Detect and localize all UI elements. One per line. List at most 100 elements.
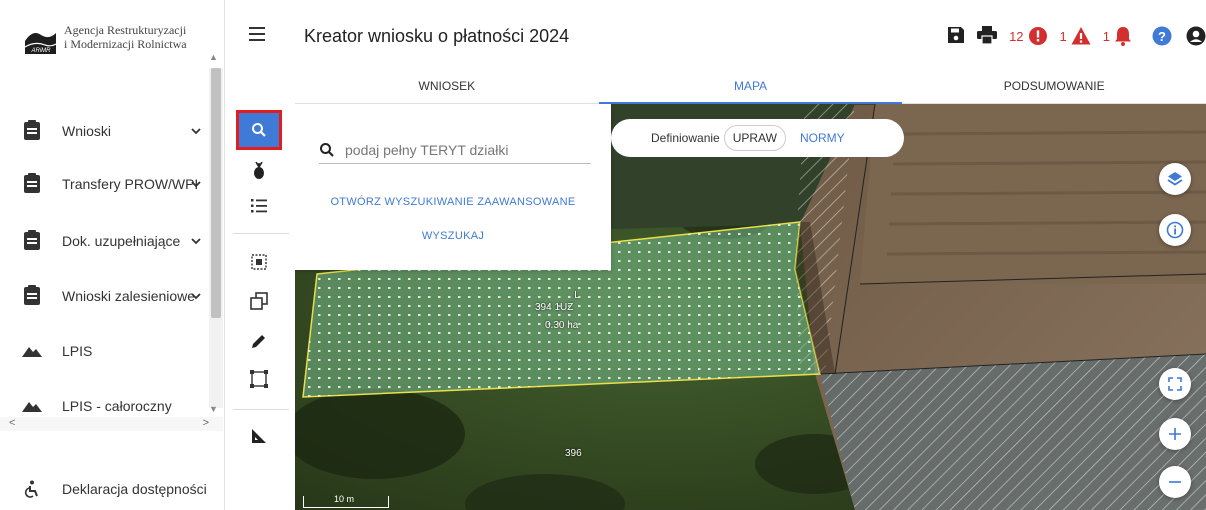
scroll-up-arrow-icon[interactable]: ▲ [209,52,218,62]
help-button[interactable]: ? [1152,26,1172,46]
agency-name: Agencja Restrukturyzacji i Modernizacji … [64,23,187,51]
info-button[interactable] [1159,214,1191,246]
vertices-icon [250,370,268,388]
clipboard-icon [24,285,40,305]
list-tool-button[interactable] [239,189,279,223]
map-view[interactable]: L 394 1UZ 0.30 ha 396 10 m OTWÓRZ WYSZUK… [295,104,1206,510]
errors-button[interactable] [1028,26,1048,46]
agency-logo[interactable]: ARiMR Agencja Restrukturyzacji i Moderni… [22,20,212,60]
warning-triangle-icon [1071,27,1091,45]
clipboard-icon [24,120,40,140]
account-button[interactable] [1186,26,1206,46]
search-tool-button[interactable] [236,110,282,150]
sidebar-item-wnioski-zalesieniowe[interactable]: Wnioski zalesieniowe [0,279,208,313]
bell-icon [1115,27,1131,46]
svg-text:ARiMR: ARiMR [31,48,52,54]
advanced-search-button[interactable]: OTWÓRZ WYSZUKIWANIE ZAAWANSOWANE [295,196,611,208]
chevron-down-icon [191,181,201,188]
clipboard-icon [24,230,40,250]
help-icon: ? [1152,26,1172,46]
sidebar: ARiMR Agencja Restrukturyzacji i Moderni… [0,0,225,510]
sidebar-item-wnioski[interactable]: Wnioski [0,114,208,148]
notifications-button[interactable] [1114,26,1134,46]
teryt-search-field[interactable] [319,136,591,164]
list-icon [251,199,267,213]
sidebar-item-label: LPIS - całoroczny [62,398,172,414]
fullscreen-icon [1168,377,1182,391]
minus-icon [1169,481,1181,483]
sidebar-item-dok-uzupelniajace[interactable]: Dok. uzupełniające [0,224,208,258]
clipboard-icon [24,173,40,193]
sidebar-item-transfery[interactable]: Transfery PROW/WPR [0,167,208,201]
scrollbar-thumb[interactable] [211,68,221,318]
menu-icon[interactable] [249,27,265,41]
zoom-in-button[interactable] [1159,418,1191,450]
main-tabs: WNIOSEK MAPA PODSUMOWANIE [295,72,1206,104]
draw-tool-button[interactable] [239,324,279,358]
fullscreen-button[interactable] [1159,368,1191,400]
save-button[interactable] [947,26,967,46]
chevron-down-icon [191,293,201,300]
app-root: ARiMR Agencja Restrukturyzacji i Moderni… [0,0,1206,510]
pencil-icon [252,335,265,348]
search-icon [320,142,334,157]
sidebar-horizontal-scrollbar[interactable]: < > [0,417,223,431]
scroll-right-arrow-icon[interactable]: > [203,417,209,429]
page-title: Kreator wniosku o płatności 2024 [304,26,570,46]
select-area-tool-button[interactable] [239,245,279,279]
user-account-icon [1186,26,1206,46]
plot-number-label: 396 [565,448,582,459]
map-scale-bar: 10 m [303,494,389,508]
print-icon [977,26,998,45]
tab-mapa[interactable]: MAPA [598,72,903,104]
copy-shape-icon [250,292,268,310]
sidebar-vertical-scrollbar[interactable] [209,68,223,408]
layers-icon [1167,172,1183,186]
mountain-icon [22,347,42,357]
definition-option-normy[interactable]: NORMY [800,131,845,145]
warnings-button[interactable] [1071,26,1091,46]
sidebar-item-label: Dok. uzupełniające [62,233,181,249]
scroll-down-arrow-icon[interactable]: ▼ [209,404,218,414]
plus-icon [1169,428,1181,440]
tool-divider [233,409,289,410]
teryt-search-input[interactable] [345,141,575,158]
layers-button[interactable] [1159,163,1191,195]
notifications-count: 1 [1102,28,1110,44]
agency-name-line1: Agencja Restrukturyzacji [64,23,187,37]
sidebar-item-label: Wnioski [62,123,112,139]
search-button[interactable]: WYSZUKAJ [295,230,611,242]
print-button[interactable] [977,26,998,46]
tool-divider [233,233,289,234]
definition-label: Definiowanie [651,131,720,145]
agency-name-line2: i Modernizacji Rolnictwa [64,37,187,51]
parcel-area-label: 0.30 ha [545,320,579,331]
tab-wniosek[interactable]: WNIOSEK [295,72,599,103]
sidebar-item-label: Deklaracja dostępności [62,481,207,497]
definition-mode-switch: Definiowanie UPRAW NORMY [611,119,904,157]
warnings-count: 1 [1059,28,1067,44]
crop-tool-button[interactable] [239,154,279,188]
sidebar-item-label: LPIS [62,343,93,359]
sidebar-item-deklaracja-dostepnosci[interactable]: Deklaracja dostępności [0,472,208,506]
tab-podsumowanie[interactable]: PODSUMOWANIE [902,72,1206,103]
sidebar-item-lpis[interactable]: LPIS [0,334,208,368]
mountain-icon [22,402,42,412]
sidebar-item-label: Wnioski zalesieniowe [62,288,196,304]
info-icon [1166,221,1184,239]
ruler-icon [252,429,266,443]
measure-tool-button[interactable] [239,419,279,453]
sidebar-item-label: Transfery PROW/WPR [62,176,197,192]
error-circle-icon [1028,27,1047,45]
zoom-out-button[interactable] [1159,466,1191,498]
app-header: Kreator wniosku o płatności 2024 12 1 1 … [295,0,1206,72]
chevron-down-icon [191,238,201,245]
scroll-left-arrow-icon[interactable]: < [9,417,15,429]
agency-logo-mark: ARiMR [25,23,56,54]
errors-count: 12 [1009,28,1024,44]
plant-icon [254,162,264,179]
edit-vertices-tool-button[interactable] [239,362,279,396]
definition-option-upraw[interactable]: UPRAW [723,125,786,151]
svg-text:?: ? [1158,29,1166,44]
copy-geometry-tool-button[interactable] [239,284,279,318]
